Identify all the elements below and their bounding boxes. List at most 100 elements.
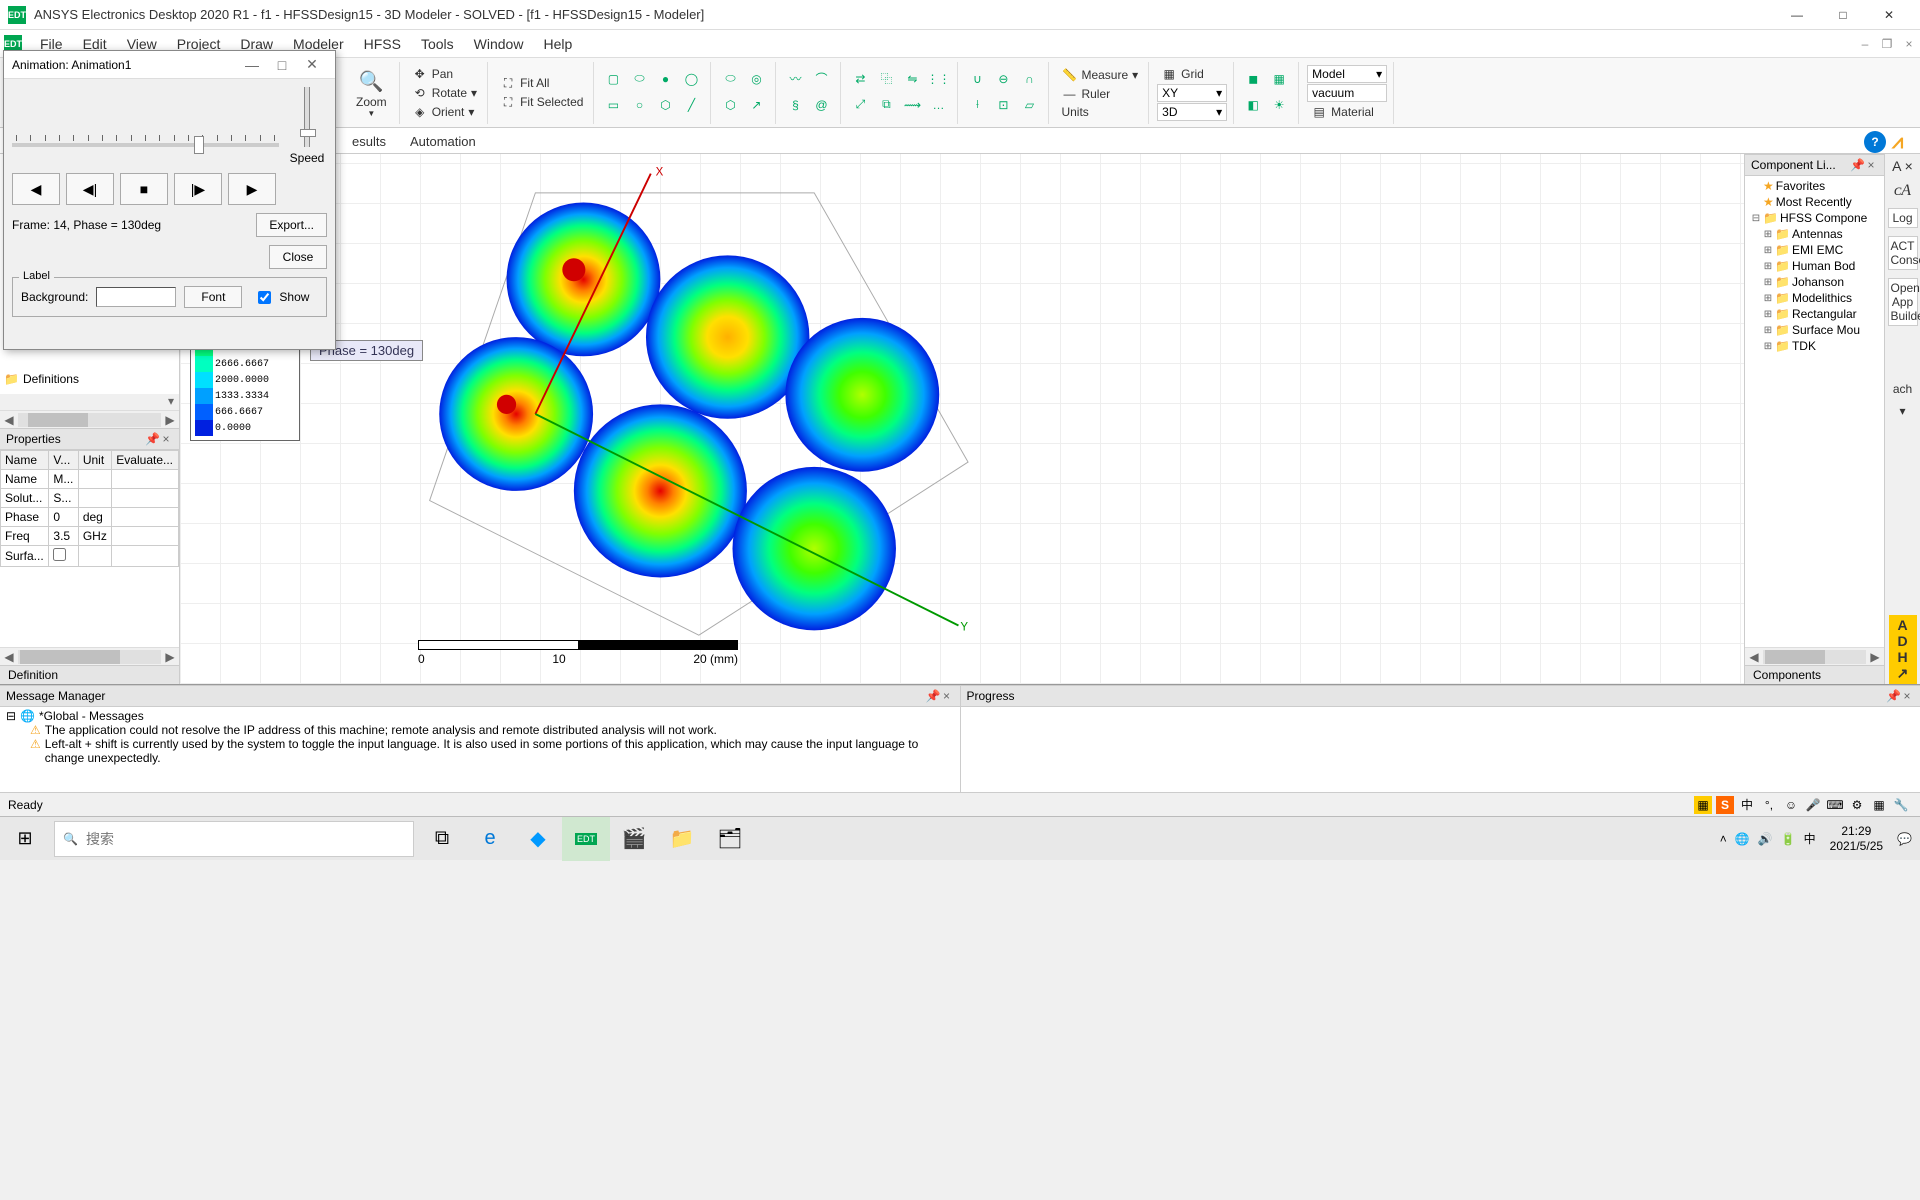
grid-button[interactable]: ▦Grid xyxy=(1157,65,1227,83)
box-icon[interactable]: ▢ xyxy=(602,68,624,90)
pin-icon[interactable]: 📌 xyxy=(1850,158,1864,172)
tree-emi-emc[interactable]: ⊞📁EMI EMC xyxy=(1747,242,1882,258)
tree-modelithics[interactable]: ⊞📁Modelithics xyxy=(1747,290,1882,306)
notification-icon[interactable]: 💬 xyxy=(1897,832,1912,846)
sphere-icon[interactable]: ● xyxy=(654,68,676,90)
close-button[interactable]: ✕ xyxy=(1866,0,1912,30)
lang-icon[interactable]: 中 xyxy=(1738,796,1756,814)
collapse-icon[interactable]: A × xyxy=(1892,158,1913,174)
tree-rectangular[interactable]: ⊞📁Rectangular xyxy=(1747,306,1882,322)
polygon-icon[interactable]: ⬡ xyxy=(654,94,676,116)
project-tree[interactable]: 📁 Definitions xyxy=(0,364,179,394)
mdi-minimize[interactable]: – xyxy=(1854,37,1876,51)
stop-button[interactable]: ■ xyxy=(120,173,168,205)
helix-icon[interactable]: § xyxy=(784,94,806,116)
pin-icon[interactable]: 📌 xyxy=(1886,689,1900,703)
play-button[interactable]: ▶ xyxy=(228,173,276,205)
model-dropdown[interactable]: Model▾ xyxy=(1307,65,1387,83)
render-icon[interactable]: ◧ xyxy=(1242,94,1264,116)
tree-hscroll[interactable]: ◀ ▶ xyxy=(0,410,179,428)
offset-icon[interactable]: ⧉ xyxy=(875,94,897,116)
dialog-minimize[interactable]: — xyxy=(237,57,267,73)
menu-hfss[interactable]: HFSS xyxy=(354,32,411,56)
section-icon[interactable]: ▱ xyxy=(1018,94,1040,116)
components-tab[interactable]: Components xyxy=(1745,665,1884,684)
search-box[interactable]: 🔍 xyxy=(54,821,414,857)
pin-icon[interactable]: 📌 xyxy=(926,689,940,703)
status-icon[interactable]: ▦ xyxy=(1694,796,1712,814)
tree-hfss-components[interactable]: ⊟📁HFSS Compone xyxy=(1747,210,1882,226)
hexagon-icon[interactable]: ⬡ xyxy=(719,94,741,116)
volume-icon[interactable]: 🔊 xyxy=(1758,832,1773,846)
close-icon[interactable]: × xyxy=(1900,689,1914,703)
dialog-titlebar[interactable]: Animation: Animation1 — □ ✕ xyxy=(4,51,335,79)
array-icon[interactable]: ⋮⋮ xyxy=(927,68,949,90)
ansys-edt-button[interactable]: EDT xyxy=(562,817,610,861)
definition-tab[interactable]: Definition xyxy=(0,665,179,684)
col-unit[interactable]: Unit xyxy=(78,451,111,470)
intersect-icon[interactable]: ∩ xyxy=(1018,68,1040,90)
material-button[interactable]: ▤Material xyxy=(1307,103,1387,121)
file-explorer-button[interactable]: 📁 xyxy=(658,817,706,861)
mdi-close[interactable]: × xyxy=(1898,37,1920,51)
font-size-icon[interactable]: ᴄA xyxy=(1894,182,1911,200)
col-value[interactable]: V... xyxy=(49,451,78,470)
menu-help[interactable]: Help xyxy=(533,32,582,56)
line-icon[interactable]: ╱ xyxy=(680,94,702,116)
results-tab[interactable]: esults xyxy=(340,130,398,153)
battery-icon[interactable]: 🔋 xyxy=(1781,832,1796,846)
pin-icon[interactable]: 📌 xyxy=(145,432,159,446)
imprint-icon[interactable]: ⊡ xyxy=(992,94,1014,116)
light-icon[interactable]: ☀ xyxy=(1268,94,1290,116)
scale-icon[interactable]: ⤢ xyxy=(849,94,871,116)
ime-icon[interactable]: S xyxy=(1716,796,1734,814)
ruler-button[interactable]: —Ruler xyxy=(1057,85,1142,103)
scroll-right-icon[interactable]: ▶ xyxy=(161,413,179,427)
rectangle-icon[interactable]: ▭ xyxy=(602,94,624,116)
keyboard-icon[interactable]: ⌨ xyxy=(1826,796,1844,814)
circle-icon[interactable]: ○ xyxy=(628,94,650,116)
units-button[interactable]: Units xyxy=(1057,104,1142,120)
plane-dropdown[interactable]: XY▾ xyxy=(1157,84,1227,102)
mirror-icon[interactable]: ⇋ xyxy=(901,68,923,90)
material-value[interactable]: vacuum xyxy=(1307,84,1387,102)
cylinder-icon[interactable]: ⬭ xyxy=(628,68,650,90)
app-button-1[interactable]: ◆ xyxy=(514,817,562,861)
fit-selected-button[interactable]: ⛶Fit Selected xyxy=(496,93,587,111)
view-dropdown[interactable]: 3D▾ xyxy=(1157,103,1227,121)
subtract-icon[interactable]: ⊖ xyxy=(992,68,1014,90)
edge-button[interactable]: e xyxy=(466,817,514,861)
sweep-icon[interactable]: ⟿ xyxy=(901,94,923,116)
help-icon[interactable]: ? xyxy=(1864,131,1886,153)
network-icon[interactable]: 🌐 xyxy=(1735,832,1750,846)
ring-icon[interactable]: ◎ xyxy=(745,68,767,90)
more-icon[interactable]: … xyxy=(927,94,949,116)
show-checkbox[interactable] xyxy=(258,291,271,304)
rotate-button[interactable]: ⟲Rotate ▾ xyxy=(408,84,481,102)
close-icon[interactable]: × xyxy=(940,689,954,703)
shaded-icon[interactable]: ◼ xyxy=(1242,68,1264,90)
chevron-down-icon[interactable]: ▾ xyxy=(1899,404,1905,418)
orient-button[interactable]: ◈Orient ▾ xyxy=(408,103,481,121)
tree-favorites[interactable]: ★Favorites xyxy=(1747,178,1882,194)
wireframe-icon[interactable]: ▦ xyxy=(1268,68,1290,90)
font-button[interactable]: Font xyxy=(184,286,242,308)
mic-icon[interactable]: 🎤 xyxy=(1804,796,1822,814)
minimize-button[interactable]: — xyxy=(1774,0,1820,30)
automation-tab[interactable]: Automation xyxy=(398,130,488,153)
close-dialog-button[interactable]: Close xyxy=(269,245,327,269)
mdi-restore[interactable]: ❐ xyxy=(1876,37,1898,51)
maximize-button[interactable]: □ xyxy=(1820,0,1866,30)
act-console-button[interactable]: ACT Console xyxy=(1888,236,1918,270)
complib-hscroll[interactable]: ◀ ▶ xyxy=(1745,647,1884,665)
grid-status-icon[interactable]: ▦ xyxy=(1870,796,1888,814)
close-panel-icon[interactable]: × xyxy=(159,432,173,446)
split-icon[interactable]: ⟊ xyxy=(966,94,988,116)
clock[interactable]: 21:29 2021/5/25 xyxy=(1824,824,1889,853)
arc-icon[interactable]: ⌒ xyxy=(810,68,832,90)
app-button-3[interactable]: 🗂 xyxy=(706,817,754,861)
frame-slider[interactable] xyxy=(12,135,279,165)
props-hscroll[interactable]: ◀ ▶ xyxy=(0,647,179,665)
dialog-maximize[interactable]: □ xyxy=(267,57,297,73)
torus-icon[interactable]: ◯ xyxy=(680,68,702,90)
